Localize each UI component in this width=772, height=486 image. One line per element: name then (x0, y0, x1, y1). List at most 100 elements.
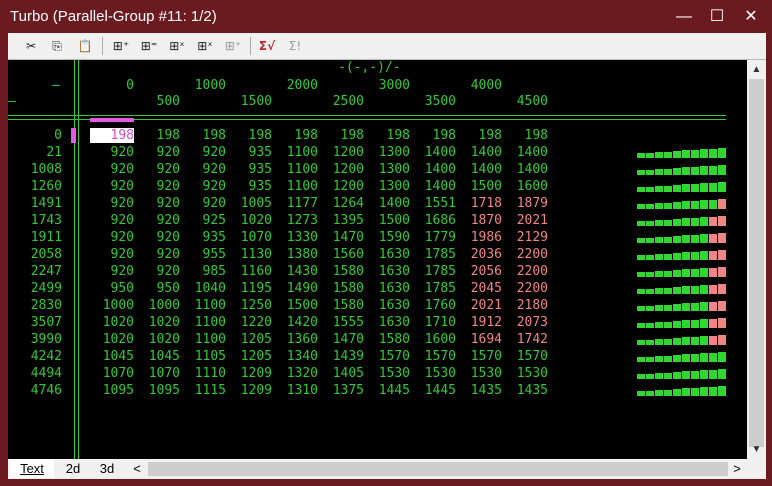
scroll-up-icon[interactable]: ▲ (747, 61, 766, 78)
table-cell: 1630 (378, 247, 410, 262)
paste-icon[interactable]: 📋 (74, 36, 96, 56)
bar-segment (691, 218, 699, 226)
table-cell: 198 (248, 128, 272, 143)
table-cell: 1779 (424, 230, 456, 245)
bar-segment (664, 237, 672, 243)
table-cell: 920 (110, 230, 134, 245)
row-header: 2499 (30, 281, 62, 296)
horizontal-scroll-thumb[interactable] (148, 462, 728, 476)
bar-segment (718, 216, 726, 226)
bar-segment (637, 391, 645, 396)
table-cell: 1760 (424, 298, 456, 313)
bar-segment (673, 389, 681, 396)
insert-col-icon[interactable]: ⊞⁺ (222, 36, 244, 56)
bar-segment (691, 252, 699, 260)
table-cell: 1045 (102, 349, 134, 364)
bar-segment (637, 187, 645, 192)
table-cell: 1500 (378, 213, 410, 228)
column-header: 4500 (516, 94, 548, 109)
table-cell: 1100 (194, 315, 226, 330)
sum-exclaim-icon[interactable]: Σ! (284, 36, 306, 56)
table-cell: 1405 (332, 366, 364, 381)
table-cell: 2129 (516, 230, 548, 245)
scroll-left-icon[interactable]: < (130, 459, 144, 478)
window-title: Turbo (Parallel-Group #11: 1/2) (10, 8, 217, 25)
tab-text[interactable]: Text (10, 459, 54, 478)
table-cell: 2036 (470, 247, 502, 262)
bar-segment (673, 355, 681, 362)
insert-row-after-icon[interactable]: ⊞⁼ (138, 36, 160, 56)
table-cell: 198 (478, 128, 502, 143)
bar-segment (637, 153, 645, 158)
table-cell: 920 (110, 145, 134, 160)
bar-segment (709, 302, 717, 311)
table-cell: 1095 (102, 383, 134, 398)
minimize-button[interactable]: — (670, 4, 698, 30)
table-cell: 920 (202, 145, 226, 160)
table-cell: 1195 (240, 281, 272, 296)
table-cell: 935 (248, 145, 272, 160)
table-cell: 920 (156, 230, 180, 245)
bar-segment (664, 322, 672, 328)
table-cell: 1000 (102, 298, 134, 313)
close-button[interactable]: ✕ (737, 4, 765, 30)
table-cell: 1580 (332, 298, 364, 313)
table-cell: 1580 (332, 264, 364, 279)
tab-2d[interactable]: 2d (58, 459, 88, 478)
bar-segment (655, 254, 663, 260)
table-cell: 1400 (516, 145, 548, 160)
bar-segment (655, 356, 663, 362)
bar-segment (718, 233, 726, 243)
tab-3d[interactable]: 3d (92, 459, 122, 478)
table-cell: 2200 (516, 247, 548, 262)
bar-segment (700, 319, 708, 328)
table-cell: 1630 (378, 281, 410, 296)
table-cell: 1570 (424, 349, 456, 364)
table-cell: 1020 (148, 332, 180, 347)
maximize-button[interactable]: ☐ (703, 4, 731, 30)
insert-row-before-icon[interactable]: ⊞⁺ (110, 36, 132, 56)
bar-segment (709, 234, 717, 243)
scroll-right-icon[interactable]: > (730, 459, 744, 478)
bar-segment (646, 204, 654, 209)
cut-icon[interactable]: ✂ (20, 36, 42, 56)
table-cell: 1160 (240, 264, 272, 279)
table-cell: 920 (156, 247, 180, 262)
table-cell: 1209 (240, 383, 272, 398)
bar-segment (700, 285, 708, 294)
table-cell: 920 (110, 264, 134, 279)
delete-col-icon[interactable]: ⊞ˣ (194, 36, 216, 56)
table-cell: 955 (202, 247, 226, 262)
table-cell: 1200 (332, 145, 364, 160)
table-cell: 1400 (424, 179, 456, 194)
bar-segment (682, 167, 690, 175)
bar-segment (718, 335, 726, 345)
vertical-scroll-thumb[interactable] (749, 79, 764, 447)
table-cell: 198 (524, 128, 548, 143)
bar-segment (655, 322, 663, 328)
copy-icon[interactable]: ⎘ (46, 36, 68, 56)
table-cell: 1360 (286, 332, 318, 347)
bar-segment (673, 270, 681, 277)
bar-segment (709, 183, 717, 192)
table-cell: 1000 (148, 298, 180, 313)
sum-check-icon[interactable]: Σ√ (256, 36, 278, 56)
delete-row-icon[interactable]: ⊞ˣ (166, 36, 188, 56)
bar-segment (664, 186, 672, 192)
table-cell: 1435 (516, 383, 548, 398)
bar-segment (691, 167, 699, 175)
table-cell: 2021 (470, 298, 502, 313)
bar-segment (637, 289, 645, 294)
table-cell: 950 (156, 281, 180, 296)
bar-segment (664, 220, 672, 226)
data-grid[interactable]: -(-,-)/- – – 0 1000 2000 3000 4000 500 1500 250… (8, 60, 747, 459)
scroll-down-icon[interactable]: ▼ (747, 441, 766, 458)
bar-segment (718, 267, 726, 277)
bar-segment (673, 185, 681, 192)
bar-segment (709, 217, 717, 226)
bar-segment (655, 169, 663, 175)
vertical-scrollbar[interactable]: ▲ ▼ (747, 60, 766, 459)
table-cell: 1500 (286, 298, 318, 313)
bar-segment (691, 184, 699, 192)
table-cell: 920 (156, 179, 180, 194)
